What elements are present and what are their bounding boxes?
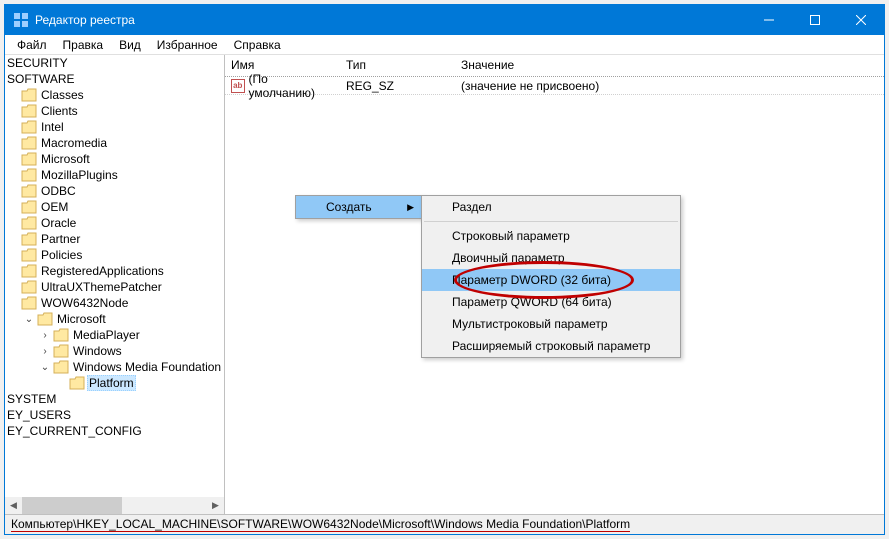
folder-icon [21,168,37,182]
menu-view[interactable]: Вид [111,36,149,54]
folder-icon [53,360,69,374]
tree-item-registeredapps[interactable]: RegisteredApplications [5,263,224,279]
folder-icon [21,104,37,118]
folder-icon [21,248,37,262]
ctx-create[interactable]: Создать ▶ [296,196,422,218]
col-value[interactable]: Значение [455,55,884,76]
folder-icon [21,280,37,294]
menu-edit[interactable]: Правка [55,36,112,54]
menu-file[interactable]: Файл [9,36,55,54]
tree-item-users[interactable]: EY_USERS [5,407,224,423]
ctx-qword[interactable]: Параметр QWORD (64 бита) [422,291,680,313]
tree-item-partner[interactable]: Partner [5,231,224,247]
tree-item-macromedia[interactable]: Macromedia [5,135,224,151]
tree-item-classes[interactable]: Classes [5,87,224,103]
tree-item-software[interactable]: SOFTWARE [5,71,224,87]
folder-icon [21,136,37,150]
expand-icon[interactable]: ⌄ [21,311,37,327]
ctx-binary[interactable]: Двоичный параметр [422,247,680,269]
folder-icon [69,376,85,390]
ctx-dword[interactable]: Параметр DWORD (32 бита) [422,269,680,291]
menu-separator [424,221,678,222]
value-name: (По умолчанию) [249,72,335,100]
expand-icon[interactable]: ⌄ [37,359,53,375]
maximize-button[interactable] [792,5,838,35]
statusbar: Компьютер\HKEY_LOCAL_MACHINE\SOFTWARE\WO… [5,514,884,534]
submenu-arrow-icon: ▶ [407,202,414,213]
tree-item-curconf[interactable]: EY_CURRENT_CONFIG [5,423,224,439]
tree-item-policies[interactable]: Policies [5,247,224,263]
tree-scrollbar-horizontal[interactable]: ◀ ▶ [5,497,224,514]
folder-icon [53,328,69,342]
folder-icon [21,232,37,246]
tree-item-oracle[interactable]: Oracle [5,215,224,231]
tree-item-clients[interactable]: Clients [5,103,224,119]
folder-icon [21,120,37,134]
tree-item-system[interactable]: SYSTEM [5,391,224,407]
folder-icon [21,296,37,310]
tree-item-intel[interactable]: Intel [5,119,224,135]
tree-item-security[interactable]: SECURITY [5,55,224,71]
ctx-string[interactable]: Строковый параметр [422,225,680,247]
tree-item-odbc[interactable]: ODBC [5,183,224,199]
titlebar: Редактор реестра [5,5,884,35]
app-icon [13,12,29,28]
scroll-left-icon[interactable]: ◀ [5,497,22,514]
scroll-right-icon[interactable]: ▶ [207,497,224,514]
registry-tree[interactable]: SECURITY SOFTWARE Classes Clients Intel … [5,55,224,497]
folder-icon [21,88,37,102]
close-button[interactable] [838,5,884,35]
tree-panel: SECURITY SOFTWARE Classes Clients Intel … [5,55,225,514]
folder-icon [21,184,37,198]
scroll-thumb[interactable] [22,497,122,514]
tree-item-mozillaplugins[interactable]: MozillaPlugins [5,167,224,183]
col-type[interactable]: Тип [340,55,455,76]
tree-item-platform[interactable]: Platform [5,375,224,391]
tree-item-mediaplayer[interactable]: ›MediaPlayer [5,327,224,343]
folder-icon [21,152,37,166]
tree-item-oem[interactable]: OEM [5,199,224,215]
value-data: (значение не присвоено) [455,78,884,94]
tree-item-wow64[interactable]: WOW6432Node [5,295,224,311]
tree-item-microsoft[interactable]: Microsoft [5,151,224,167]
status-path: Компьютер\HKEY_LOCAL_MACHINE\SOFTWARE\WO… [11,517,630,532]
tree-item-windows[interactable]: ›Windows [5,343,224,359]
ctx-expand[interactable]: Расширяемый строковый параметр [422,335,680,357]
folder-icon [21,264,37,278]
list-row[interactable]: ab(По умолчанию) REG_SZ (значение не при… [225,77,884,95]
expand-icon[interactable]: › [37,327,53,343]
folder-icon [53,344,69,358]
folder-icon [21,216,37,230]
window: Редактор реестра Файл Правка Вид Избранн… [4,4,885,535]
window-title: Редактор реестра [35,13,746,27]
menu-help[interactable]: Справка [226,36,289,54]
ctx-section[interactable]: Раздел [422,196,680,218]
menu-favorites[interactable]: Избранное [149,36,226,54]
folder-icon [37,312,53,326]
context-submenu-create: Раздел Строковый параметр Двоичный парам… [421,195,681,358]
value-type: REG_SZ [340,78,455,94]
expand-icon[interactable]: › [37,343,53,359]
string-value-icon: ab [231,79,245,93]
folder-icon [21,200,37,214]
ctx-multi[interactable]: Мультистроковый параметр [422,313,680,335]
tree-item-microsoft2[interactable]: ⌄Microsoft [5,311,224,327]
tree-item-ultraux[interactable]: UltraUXThemePatcher [5,279,224,295]
context-menu: Создать ▶ [295,195,423,219]
tree-item-wmf[interactable]: ⌄Windows Media Foundation [5,359,224,375]
menubar: Файл Правка Вид Избранное Справка [5,35,884,55]
minimize-button[interactable] [746,5,792,35]
